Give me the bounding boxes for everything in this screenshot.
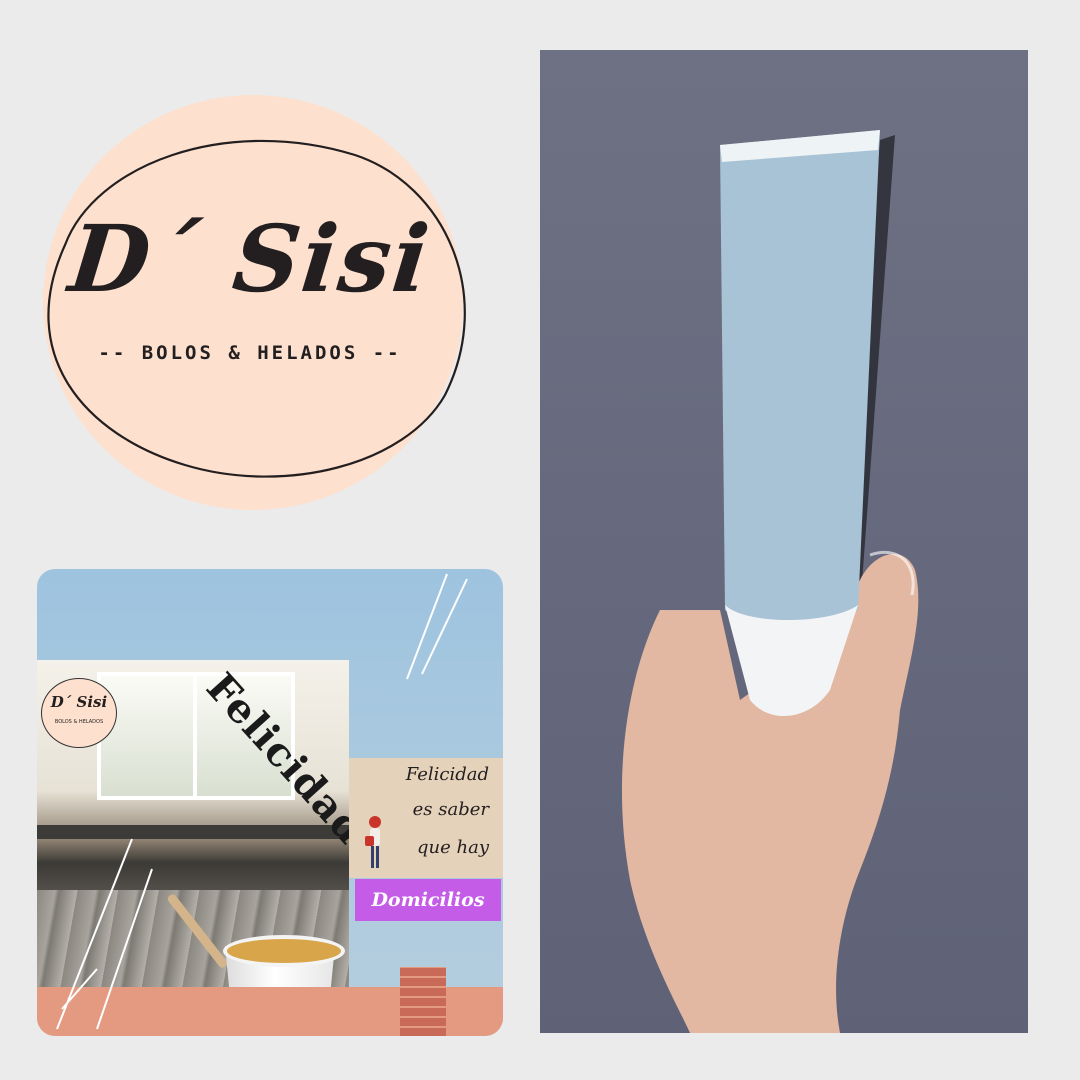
mini-logo-subtitle: BOLOS & HELADOS bbox=[54, 719, 104, 725]
product-photo bbox=[540, 50, 1028, 1033]
ice-pop-illustration bbox=[621, 130, 919, 1033]
dessert-cup-filling bbox=[223, 935, 345, 967]
delivery-badge: Domicilios bbox=[355, 879, 501, 921]
promo-note-line: Felicidad bbox=[405, 764, 489, 785]
brand-logo: D´ Sisi -- BOLOS & HELADOS -- bbox=[25, 95, 475, 515]
mini-logo: D´ Sisi BOLOS & HELADOS bbox=[41, 678, 117, 748]
logo-title: D´ Sisi bbox=[64, 205, 436, 313]
mini-logo-title: D´ Sisi bbox=[50, 693, 108, 711]
promo-card: D´ Sisi BOLOS & HELADOS Felicidad? Felic… bbox=[37, 569, 503, 1036]
logo-subtitle: -- BOLOS & HELADOS -- bbox=[98, 342, 402, 364]
brick-detail bbox=[400, 967, 446, 1036]
delivery-person-icon bbox=[365, 816, 381, 868]
kitchen-counter bbox=[37, 825, 349, 839]
promo-kitchen-photo: D´ Sisi BOLOS & HELADOS bbox=[37, 660, 349, 987]
